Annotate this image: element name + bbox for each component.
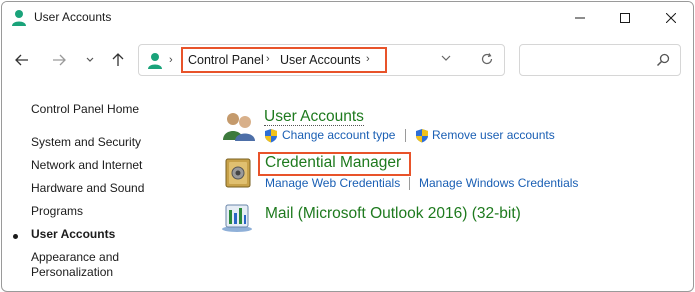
sidebar-item-user-accounts[interactable]: User Accounts bbox=[31, 227, 115, 242]
sidebar-item-system-and-security[interactable]: System and Security bbox=[31, 135, 141, 150]
breadcrumb-user-accounts[interactable]: User Accounts bbox=[280, 53, 361, 67]
credential-manager-title[interactable]: Credential Manager bbox=[265, 154, 401, 172]
mail-title[interactable]: Mail (Microsoft Outlook 2016) (32-bit) bbox=[265, 205, 521, 223]
shield-icon bbox=[265, 129, 277, 143]
close-icon bbox=[666, 13, 676, 23]
change-account-type-link[interactable]: Change account type bbox=[282, 128, 395, 142]
window: User Accounts › Control Panel › User Acc… bbox=[1, 1, 694, 292]
sidebar-item-programs[interactable]: Programs bbox=[31, 204, 83, 219]
user-accounts-icon bbox=[148, 53, 162, 69]
arrow-up-icon bbox=[112, 53, 124, 66]
chevron-down-icon bbox=[86, 57, 94, 62]
sidebar-item-personalization[interactable]: Personalization bbox=[31, 265, 113, 280]
arrow-right-icon bbox=[53, 54, 66, 66]
mail-icon bbox=[222, 204, 252, 232]
users-icon bbox=[223, 113, 255, 141]
back-button[interactable] bbox=[11, 49, 33, 71]
arrow-left-icon bbox=[15, 54, 28, 66]
minimize-icon bbox=[575, 17, 585, 19]
window-title: User Accounts bbox=[34, 10, 112, 24]
chevron-right-icon[interactable]: › bbox=[266, 53, 270, 65]
vault-icon bbox=[225, 158, 251, 188]
selected-bullet bbox=[13, 234, 18, 239]
manage-web-credentials-link[interactable]: Manage Web Credentials bbox=[265, 176, 400, 190]
sidebar-item-network-and-internet[interactable]: Network and Internet bbox=[31, 158, 142, 173]
forward-button[interactable] bbox=[48, 49, 70, 71]
user-accounts-title[interactable]: User Accounts bbox=[264, 108, 364, 126]
breadcrumb-control-panel[interactable]: Control Panel bbox=[188, 53, 264, 67]
link-divider bbox=[405, 129, 406, 142]
link-divider bbox=[409, 177, 410, 190]
sidebar-item-control-panel-home[interactable]: Control Panel Home bbox=[31, 102, 139, 117]
up-button[interactable] bbox=[107, 49, 129, 71]
breadcrumb-highlight: Control Panel › User Accounts › bbox=[181, 47, 387, 73]
address-dropdown-icon[interactable] bbox=[441, 54, 451, 62]
close-button[interactable] bbox=[648, 2, 693, 34]
user-accounts-icon bbox=[12, 10, 26, 26]
focus-underline bbox=[264, 125, 364, 126]
manage-windows-credentials-link[interactable]: Manage Windows Credentials bbox=[419, 176, 578, 190]
title-bar: User Accounts bbox=[2, 2, 693, 34]
shield-icon bbox=[416, 129, 428, 143]
recent-locations-button[interactable] bbox=[79, 49, 101, 71]
remove-user-accounts-link[interactable]: Remove user accounts bbox=[432, 128, 555, 142]
sidebar-item-hardware-and-sound[interactable]: Hardware and Sound bbox=[31, 181, 144, 196]
minimize-button[interactable] bbox=[557, 2, 603, 34]
maximize-icon bbox=[620, 13, 630, 23]
navigation-bar: › Control Panel › User Accounts › bbox=[2, 40, 693, 80]
search-box[interactable] bbox=[519, 44, 681, 76]
sidebar-item-appearance[interactable]: Appearance and bbox=[31, 250, 119, 265]
search-icon bbox=[656, 53, 670, 67]
chevron-right-icon[interactable]: › bbox=[366, 53, 370, 65]
address-bar[interactable]: › Control Panel › User Accounts › bbox=[138, 44, 505, 76]
maximize-button[interactable] bbox=[602, 2, 648, 34]
chevron-right-icon[interactable]: › bbox=[169, 54, 173, 66]
refresh-icon[interactable] bbox=[480, 52, 494, 66]
